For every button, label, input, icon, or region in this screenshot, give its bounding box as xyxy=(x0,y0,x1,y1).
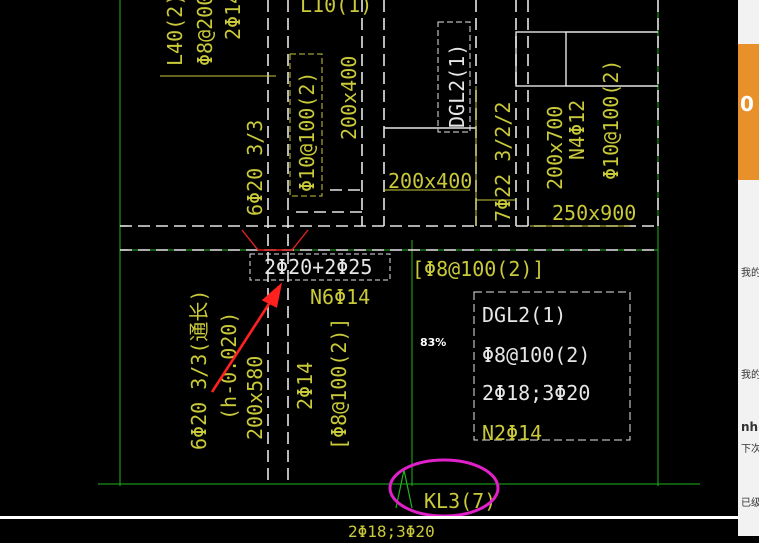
side-text-4: 下次 xyxy=(741,444,759,455)
label-dgl2-name: DGL2(1) xyxy=(482,303,566,327)
side-banner-text: 0 xyxy=(740,92,754,116)
zoom-indicator: 83% xyxy=(420,336,447,349)
label-stirrup-mid: [Φ8@100(2)] xyxy=(412,257,544,281)
label-n6: N6Φ14 xyxy=(310,285,370,309)
label-section-200x400-v: 200x400 xyxy=(337,56,361,140)
label-dgl2-bars: 2Φ18;3Φ20 xyxy=(482,381,590,405)
bottom-drawing-cutoff: 2Φ18;3Φ20 xyxy=(348,522,435,541)
label-bars-left: 6Φ20 3/3(通长) xyxy=(187,290,211,450)
label-l40: L40(2) xyxy=(163,0,187,66)
cad-drawing-canvas[interactable]: L40(2) Φ8@200 2Φ14 L10(1) Φ10@100(2) 200… xyxy=(0,0,740,516)
side-panel[interactable]: 0 我的 我的 nh 下次 已级 xyxy=(738,0,759,536)
label-section-200x400-h: 200x400 xyxy=(388,169,472,193)
label-bars-2-14: 2Φ14 xyxy=(293,362,317,410)
label-bars-7-22: 7Φ22 3/2/2 xyxy=(491,102,515,222)
side-text-2: 我的 xyxy=(741,370,759,381)
label-bars-6-20: 6Φ20 3/3 xyxy=(243,120,267,216)
label-l40-bars: 2Φ14 xyxy=(221,0,245,40)
label-stirrup-right: Φ10@100(2) xyxy=(599,60,623,180)
side-text-5: 已级 xyxy=(741,498,759,509)
label-section-200x580: 200x580 xyxy=(243,356,267,440)
label-dgl2-vertical: DGL2(1) xyxy=(445,44,469,128)
structural-plan-drawing: L40(2) Φ8@200 2Φ14 L10(1) Φ10@100(2) 200… xyxy=(98,0,700,516)
label-kl3: KL3(7) xyxy=(424,489,496,513)
side-text-3: nh xyxy=(741,420,759,434)
label-dgl2-n2: N2Φ14 xyxy=(482,421,542,445)
label-section-200x700: 200x700 xyxy=(543,106,567,190)
label-bottom-bars: 2Φ20+2Φ25 xyxy=(264,255,372,279)
label-l40-stirrup: Φ8@200 xyxy=(193,0,217,66)
label-bottom-cut: 2Φ18;3Φ20 xyxy=(348,522,435,539)
label-section-250x900: 250x900 xyxy=(552,201,636,225)
label-stirrup-left: Φ10@100(2) xyxy=(295,72,319,192)
label-stirrup-bracket: [Φ8@100(2)] xyxy=(327,318,351,450)
label-n4: N4Φ12 xyxy=(565,100,589,160)
label-top-partial: L10(1) xyxy=(300,0,372,17)
support-symbol xyxy=(241,229,309,251)
side-text-1: 我的 xyxy=(741,268,759,279)
label-dgl2-stirrup: Φ8@100(2) xyxy=(482,343,590,367)
